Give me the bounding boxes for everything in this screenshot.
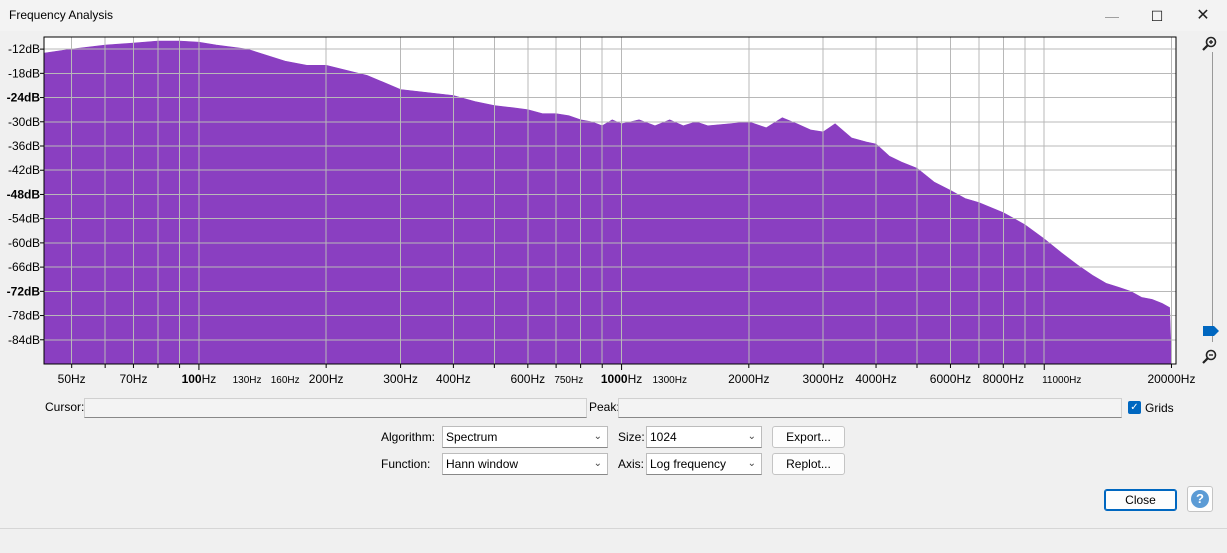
x-tick-label: 1000Hz <box>601 372 642 386</box>
x-tick-label: 750Hz <box>554 375 583 386</box>
x-tick-label: 20000Hz <box>1147 372 1195 386</box>
y-tick-label: -78dB <box>8 309 40 323</box>
cursor-readout <box>84 398 587 418</box>
cursor-label: Cursor: <box>45 400 85 414</box>
x-tick-label: 70Hz <box>119 372 147 386</box>
x-tick-label: 300Hz <box>383 372 418 386</box>
y-tick-label: -84dB <box>8 333 40 347</box>
zoom-out-icon[interactable] <box>1200 348 1218 366</box>
algorithm-label: Algorithm: <box>381 430 436 444</box>
x-tick-label: 100Hz <box>182 372 217 386</box>
help-button[interactable]: ? <box>1187 486 1213 512</box>
x-tick-label: 160Hz <box>271 375 300 386</box>
chevron-down-icon: ⌄ <box>747 431 756 442</box>
axis-value: Log frequency <box>650 457 727 471</box>
size-label: Size: <box>618 430 645 444</box>
close-window-button[interactable]: ✕ <box>1193 6 1213 26</box>
y-tick-label: -48dB <box>7 187 41 201</box>
replot-button[interactable]: Replot... <box>772 453 845 475</box>
spectrum-chart-area: -12dB -18dB -24dB -30dB -36dB -42dB -48dB -54dB… <box>0 31 1227 391</box>
help-icon: ? <box>1191 490 1209 508</box>
grids-label: Grids <box>1145 401 1174 415</box>
x-tick-unit: Hz <box>628 372 643 386</box>
x-tick-label: 50Hz <box>58 372 86 386</box>
x-tick-label: 600Hz <box>510 372 545 386</box>
algorithm-select[interactable]: Spectrum ⌄ <box>442 426 608 448</box>
x-tick-value: 1000 <box>601 372 628 386</box>
chevron-down-icon: ⌄ <box>747 458 756 469</box>
y-tick-label: -66dB <box>8 260 40 274</box>
algorithm-value: Spectrum <box>446 430 498 444</box>
vertical-zoom-track[interactable] <box>1212 52 1213 342</box>
y-tick-label: -12dB <box>8 42 40 56</box>
x-tick-label: 130Hz <box>233 375 262 386</box>
peak-label: Peak: <box>589 400 620 414</box>
x-tick-label: 2000Hz <box>728 372 769 386</box>
x-tick-label: 11000Hz <box>1042 375 1081 386</box>
x-tick-label: 200Hz <box>309 372 344 386</box>
chevron-down-icon: ⌄ <box>593 458 602 469</box>
maximize-button[interactable]: ☐ <box>1147 6 1167 26</box>
y-tick-label: -54dB <box>8 212 40 226</box>
status-bar-divider <box>0 528 1227 529</box>
y-tick-label: -36dB <box>8 139 40 153</box>
close-button[interactable]: Close <box>1104 489 1177 511</box>
axis-select[interactable]: Log frequency ⌄ <box>646 453 762 475</box>
export-button[interactable]: Export... <box>772 426 845 448</box>
x-tick-unit: Hz <box>202 372 217 386</box>
x-tick-value: 100 <box>182 372 202 386</box>
y-tick-label: -30dB <box>8 115 40 129</box>
y-tick-label: -24dB <box>7 91 41 105</box>
title-bar: Frequency Analysis — ☐ ✕ <box>0 0 1227 31</box>
size-value: 1024 <box>650 430 677 444</box>
grids-checkbox[interactable]: ✓ <box>1128 401 1141 414</box>
vertical-zoom-thumb[interactable] <box>1202 325 1220 337</box>
y-tick-label: -60dB <box>8 236 40 250</box>
size-select[interactable]: 1024 ⌄ <box>646 426 762 448</box>
function-label: Function: <box>381 457 431 471</box>
x-tick-label: 3000Hz <box>803 372 844 386</box>
x-tick-label: 4000Hz <box>855 372 896 386</box>
chevron-down-icon: ⌄ <box>593 431 602 442</box>
x-tick-label: 1300Hz <box>653 375 687 386</box>
function-select[interactable]: Hann window ⌄ <box>442 453 608 475</box>
axis-label: Axis: <box>618 457 645 471</box>
spectrum-plot[interactable]: -12dB -18dB -24dB -30dB -36dB -42dB -48dB -54dB… <box>0 31 1227 391</box>
window-title: Frequency Analysis <box>9 8 114 22</box>
peak-readout <box>618 398 1122 418</box>
x-tick-label: 6000Hz <box>930 372 971 386</box>
zoom-in-icon[interactable] <box>1200 35 1218 53</box>
x-tick-label: 8000Hz <box>983 372 1024 386</box>
x-tick-label: 400Hz <box>436 372 471 386</box>
y-tick-label: -42dB <box>8 163 40 177</box>
minimize-button[interactable]: — <box>1102 6 1122 26</box>
y-tick-label: -72dB <box>7 284 41 298</box>
function-value: Hann window <box>446 457 519 471</box>
y-tick-label: -18dB <box>8 66 40 80</box>
